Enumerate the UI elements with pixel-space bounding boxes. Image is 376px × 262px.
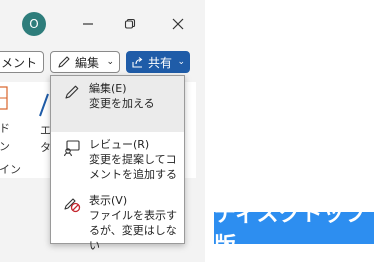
menu-item-title: レビュー(R) [89,138,150,151]
close-icon [172,18,184,30]
edit-mode-label: 編集 [75,55,100,70]
comments-button[interactable]: コメント [0,51,44,73]
menu-item-edit[interactable]: 編集(E) 変更を加える [51,76,184,132]
share-button[interactable]: 共有 ⌄ [126,51,190,73]
restore-icon [124,18,136,29]
avatar-initial: O [29,17,39,31]
ribbon-icon-fragment [38,92,50,121]
menu-item-view[interactable]: 表示(V) ファイルを表示するが、変更はしない [51,188,184,252]
share-label: 共有 [148,55,173,70]
minimize-icon [83,23,93,25]
menu-item-title: 表示(V) [89,194,128,207]
pencil-icon [65,85,79,99]
edit-mode-button[interactable]: 編集 ⌄ [50,51,120,73]
minimize-button[interactable] [74,10,102,38]
ribbon-label-fragment: ン [0,140,10,153]
ribbon-label-fragment: イン [0,163,21,176]
menu-item-title: 編集(E) [89,82,127,95]
version-caption: ディスクトップ版 [214,202,374,259]
edit-mode-menu: 編集(E) 変更を加える レビュー(R) 変更を提案してコメントを追加する 表示… [50,75,185,252]
restore-button[interactable] [116,10,144,38]
chevron-down-icon: ⌄ [106,57,114,67]
ribbon-label-fragment: ド [0,122,10,135]
avatar[interactable]: O [22,12,46,36]
menu-item-review[interactable]: レビュー(R) 変更を提案してコメントを追加する [51,132,184,188]
chevron-down-icon: ⌄ [177,57,185,67]
comments-label: コメント [0,55,37,70]
view-only-icon [64,198,81,213]
menu-item-description: ファイルを表示するが、変更はしない [89,209,177,252]
ribbon-icon-fragment [0,86,9,115]
menu-item-description: 変更を提案してコメントを追加する [89,153,177,181]
menu-item-description: 変更を加える [89,97,155,110]
close-button[interactable] [164,10,192,38]
pencil-icon [58,56,70,68]
review-icon [63,140,80,157]
share-icon [132,57,143,68]
